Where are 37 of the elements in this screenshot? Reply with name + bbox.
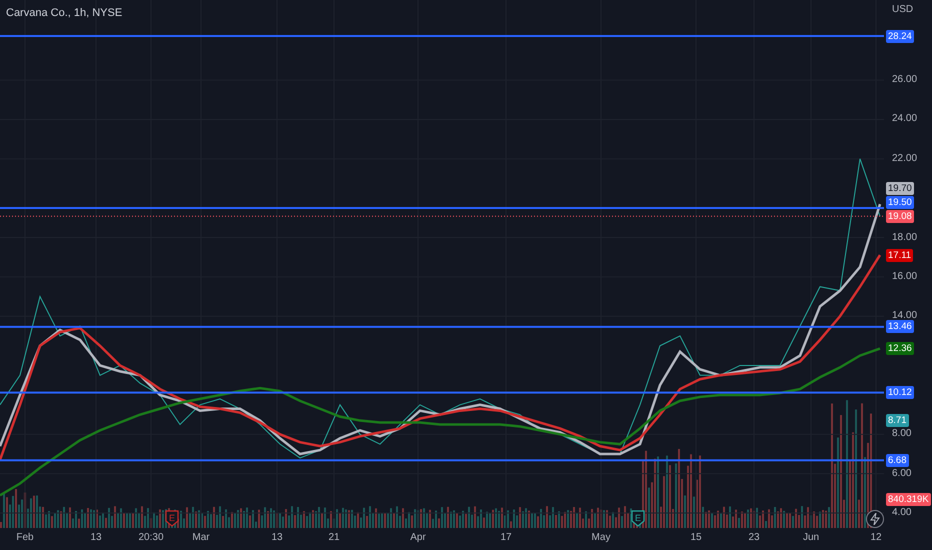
price-axis-label: 22.00 (892, 152, 918, 165)
time-axis-label: 21 (328, 532, 340, 543)
price-tag: 19.70 (886, 182, 914, 195)
price-axis-label: 18.00 (892, 232, 918, 244)
earnings-marker[interactable]: E (165, 510, 179, 527)
time-axis-label: 13 (271, 532, 283, 543)
price-tag: 12.36 (886, 342, 914, 356)
price-axis-label: 24.00 (892, 113, 918, 126)
price-tag: 19.50 (886, 196, 914, 209)
time-axis-label: 23 (748, 532, 760, 543)
currency-label: USD (892, 4, 914, 16)
price-tag: 6.68 (886, 454, 908, 467)
time-axis-label: 13 (90, 532, 102, 543)
price-axis-label: 4.00 (892, 507, 912, 520)
price-tag: 19.08 (886, 210, 914, 223)
earnings-marker[interactable]: E (631, 510, 645, 527)
time-axis-label: 15 (690, 532, 702, 543)
price-tag: 8.71 (886, 414, 908, 427)
time-axis-label: Apr (410, 532, 426, 543)
price-axis-label: 8.00 (892, 428, 912, 440)
time-axis-label: 12 (870, 532, 882, 543)
price-axis-label: 26.00 (892, 74, 918, 86)
time-axis-label: Jun (802, 532, 820, 543)
price-axis-label: 6.00 (892, 468, 912, 480)
time-axis-label: Feb (16, 532, 34, 543)
price-tag: 17.11 (886, 248, 914, 262)
price-axis-label: 14.00 (892, 310, 918, 322)
price-tag: 10.12 (886, 386, 914, 400)
time-axis-label: Mar (192, 532, 210, 543)
price-tag: 13.46 (886, 320, 914, 334)
price-axis-label: 16.00 (892, 270, 918, 283)
price-tag: 840.319K (886, 493, 931, 506)
price-tag: 28.24 (886, 30, 914, 42)
time-axis-label: 20:30 (138, 532, 164, 543)
time-axis-label: May (592, 532, 610, 543)
time-axis-label: 17 (500, 532, 512, 543)
symbol-title: Carvana Co., 1h, NYSE (6, 7, 122, 19)
